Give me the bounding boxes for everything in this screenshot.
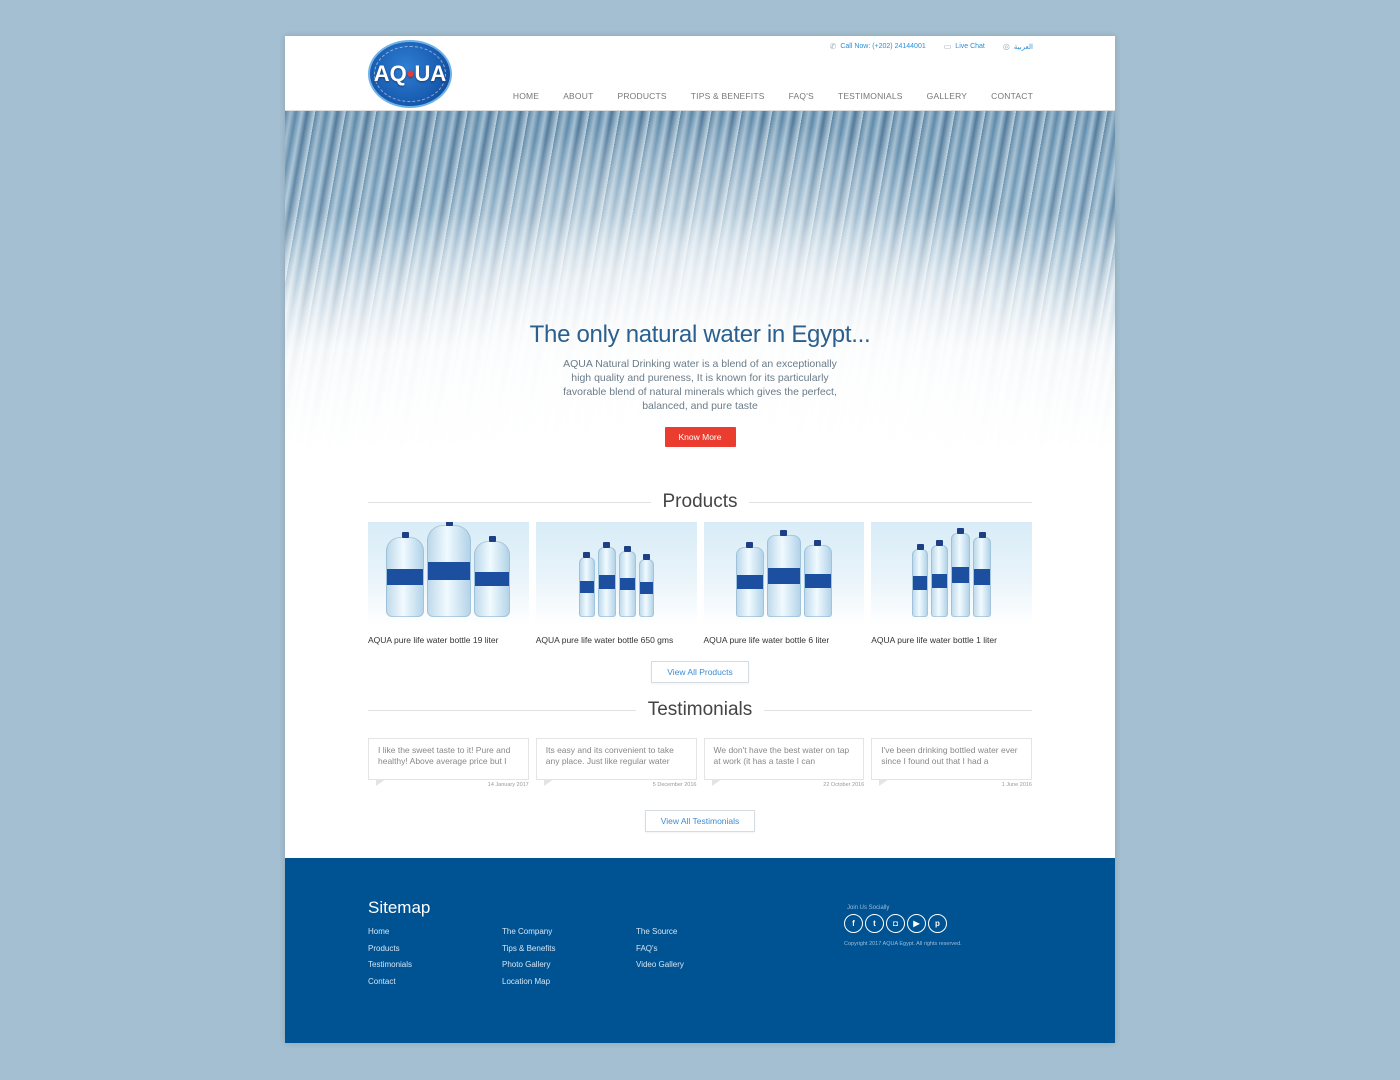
testimonials-grid: I like the sweet taste to it! Pure and h… bbox=[368, 738, 1032, 792]
view-products-wrap: View All Products bbox=[285, 661, 1115, 683]
testimonial-card[interactable]: We don't have the best water on tap at w… bbox=[703, 738, 865, 792]
product-card[interactable]: AQUA pure life water bottle 19 liter bbox=[368, 522, 529, 645]
product-name: AQUA pure life water bottle 1 liter bbox=[871, 635, 997, 645]
footer-link-faqs[interactable]: FAQ's bbox=[636, 944, 684, 961]
footer-link-home[interactable]: Home bbox=[368, 927, 412, 944]
language-switch[interactable]: ◎ العربية bbox=[1003, 42, 1033, 51]
testimonial-card[interactable]: I like the sweet taste to it! Pure and h… bbox=[368, 738, 529, 792]
view-testimonials-wrap: View All Testimonials bbox=[285, 810, 1115, 832]
product-image-650 bbox=[535, 522, 697, 625]
testimonial-card[interactable]: I've been drinking bottled water ever si… bbox=[871, 738, 1032, 792]
footer-link-location-map[interactable]: Location Map bbox=[502, 977, 556, 994]
social-block: Join Us Socially f t ◘ ▶ p Copyright 201… bbox=[844, 905, 962, 947]
social-icons: f t ◘ ▶ p bbox=[844, 914, 962, 933]
footer-link-contact[interactable]: Contact bbox=[368, 977, 412, 994]
testimonial-text: Its easy and its convenient to take any … bbox=[535, 738, 697, 780]
testimonials-title: Testimonials bbox=[635, 698, 765, 722]
sitemap-title: Sitemap bbox=[368, 898, 431, 917]
view-all-testimonials-button[interactable]: View All Testimonials bbox=[644, 810, 756, 832]
speech-arrow bbox=[711, 779, 722, 786]
footer-link-products[interactable]: Products bbox=[368, 944, 412, 961]
product-name: AQUA pure life water bottle 19 liter bbox=[368, 635, 499, 645]
product-image-1l bbox=[871, 522, 1032, 625]
facebook-icon[interactable]: f bbox=[844, 914, 863, 933]
globe-icon: ◎ bbox=[1002, 42, 1010, 51]
chat-icon: ▭ bbox=[943, 42, 952, 51]
sitemap-column-1: Home Products Testimonials Contact bbox=[368, 927, 412, 993]
hero-content: The only natural water in Egypt... AQUA … bbox=[285, 321, 1115, 447]
product-name: AQUA pure life water bottle 650 gms bbox=[535, 635, 674, 645]
testimonial-card[interactable]: Its easy and its convenient to take any … bbox=[535, 738, 697, 792]
pinterest-icon[interactable]: p bbox=[928, 914, 947, 933]
aqua-logo[interactable]: AQ•UA bbox=[368, 40, 452, 108]
nav-gallery[interactable]: GALLERY bbox=[927, 91, 967, 101]
instagram-icon[interactable]: ◘ bbox=[886, 914, 905, 933]
hero-title: The only natural water in Egypt... bbox=[529, 321, 871, 348]
nav-tips-benefits[interactable]: TIPS & BENEFITS bbox=[691, 91, 765, 101]
products-section: Products AQUA pure life water bottle 19 … bbox=[285, 490, 1115, 645]
speech-arrow bbox=[543, 779, 554, 786]
call-now-link[interactable]: ✆ Call Now: (+202) 24144001 bbox=[830, 42, 926, 51]
testimonial-date: 14 January 2017 bbox=[487, 782, 529, 788]
site-footer: Sitemap Home Products Testimonials Conta… bbox=[285, 858, 1115, 1043]
twitter-icon[interactable]: t bbox=[865, 914, 884, 933]
testimonials-heading: Testimonials bbox=[285, 698, 1115, 722]
testimonial-date: 22 October 2016 bbox=[823, 782, 865, 788]
view-all-products-button[interactable]: View All Products bbox=[651, 661, 749, 683]
product-image-19l bbox=[368, 522, 529, 625]
language-text: العربية bbox=[1013, 43, 1033, 51]
products-heading: Products bbox=[285, 490, 1115, 514]
product-card[interactable]: AQUA pure life water bottle 1 liter bbox=[871, 522, 1032, 645]
testimonial-date: 1 June 2016 bbox=[1001, 782, 1032, 788]
call-now-text: Call Now: (+202) 24144001 bbox=[840, 43, 926, 50]
testimonial-text: We don't have the best water on tap at w… bbox=[703, 738, 865, 780]
logo-text: AQ•UA bbox=[373, 61, 447, 86]
speech-arrow bbox=[879, 779, 890, 786]
copyright-text: Copyright 2017 AQUA Egypt. All rights re… bbox=[844, 941, 962, 947]
footer-link-video-gallery[interactable]: Video Gallery bbox=[636, 960, 684, 977]
product-card[interactable]: AQUA pure life water bottle 6 liter bbox=[703, 522, 865, 645]
phone-icon: ✆ bbox=[829, 42, 837, 51]
nav-products[interactable]: PRODUCTS bbox=[617, 91, 666, 101]
testimonial-text: I like the sweet taste to it! Pure and h… bbox=[368, 738, 529, 780]
footer-link-source[interactable]: The Source bbox=[636, 927, 684, 944]
sitemap-column-3: The Source FAQ's Video Gallery bbox=[636, 927, 684, 977]
footer-link-company[interactable]: The Company bbox=[502, 927, 556, 944]
nav-contact[interactable]: CONTACT bbox=[991, 91, 1033, 101]
hero-text: AQUA Natural Drinking water is a blend o… bbox=[563, 358, 837, 412]
products-title: Products bbox=[650, 490, 750, 514]
product-name: AQUA pure life water bottle 6 liter bbox=[703, 635, 830, 645]
website-page: AQ•UA ✆ Call Now: (+202) 24144001 ▭ Live… bbox=[285, 36, 1115, 1043]
sitemap-column-2: The Company Tips & Benefits Photo Galler… bbox=[502, 927, 556, 993]
footer-link-photo-gallery[interactable]: Photo Gallery bbox=[502, 960, 556, 977]
site-header: AQ•UA ✆ Call Now: (+202) 24144001 ▭ Live… bbox=[285, 36, 1115, 111]
nav-home[interactable]: HOME bbox=[513, 91, 539, 101]
products-grid: AQUA pure life water bottle 19 liter AQU… bbox=[368, 522, 1032, 645]
testimonial-text: I've been drinking bottled water ever si… bbox=[871, 738, 1032, 780]
live-chat-link[interactable]: ▭ Live Chat bbox=[944, 42, 985, 51]
top-bar: ✆ Call Now: (+202) 24144001 ▭ Live Chat … bbox=[830, 42, 1033, 51]
speech-arrow bbox=[376, 779, 386, 786]
join-socially-label: Join Us Socially bbox=[847, 905, 890, 911]
testimonial-date: 5 December 2016 bbox=[652, 782, 697, 788]
live-chat-text: Live Chat bbox=[955, 43, 985, 50]
main-nav: HOME ABOUT PRODUCTS TIPS & BENEFITS FAQ'… bbox=[513, 91, 1033, 101]
nav-faqs[interactable]: FAQ'S bbox=[789, 91, 814, 101]
footer-link-tips[interactable]: Tips & Benefits bbox=[502, 944, 556, 961]
hero-banner: The only natural water in Egypt... AQUA … bbox=[285, 111, 1115, 451]
know-more-button[interactable]: Know More bbox=[664, 427, 736, 447]
product-image-6l bbox=[703, 522, 865, 625]
footer-link-testimonials[interactable]: Testimonials bbox=[368, 960, 412, 977]
product-card[interactable]: AQUA pure life water bottle 650 gms bbox=[535, 522, 697, 645]
youtube-icon[interactable]: ▶ bbox=[907, 914, 926, 933]
nav-testimonials[interactable]: TESTIMONIALS bbox=[838, 91, 903, 101]
testimonials-section: Testimonials I like the sweet taste to i… bbox=[285, 698, 1115, 792]
nav-about[interactable]: ABOUT bbox=[563, 91, 593, 101]
